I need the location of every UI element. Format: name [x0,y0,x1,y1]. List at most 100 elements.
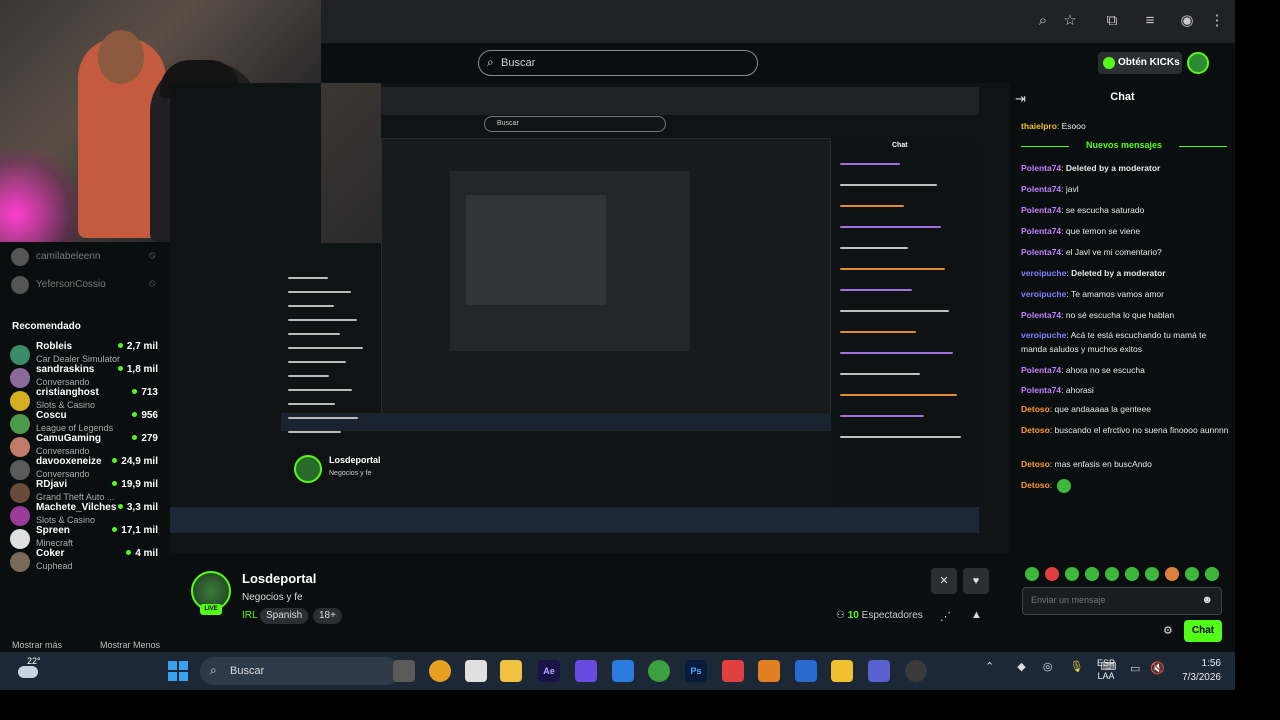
chat-username[interactable]: Polenta74 [1021,385,1061,395]
chat-username[interactable]: Polenta74 [1021,310,1061,320]
photoshop-icon[interactable]: Ps [685,660,707,682]
chat-text: ahora no se escucha [1065,365,1145,375]
language-indicator[interactable]: ESP LAA [1097,657,1115,683]
more-menu-icon[interactable]: ⋮ [1208,12,1226,30]
chat-send-button[interactable]: Chat [1184,620,1222,642]
mute-button[interactable]: ✕ [931,568,957,594]
media-player-icon[interactable] [500,660,522,682]
microphone-icon[interactable]: 🎙 [1069,661,1083,673]
chat-username[interactable]: Polenta74 [1021,247,1061,257]
nested-streamer-avatar [294,455,322,483]
emote-icon[interactable] [1045,567,1059,581]
emote-icon[interactable] [1105,567,1119,581]
app-tray-icon[interactable]: ◎ [1043,661,1053,673]
video-player[interactable]: Buscar Chat Losdeportal Negocios y fe [170,83,1010,553]
emote-bar[interactable] [1025,567,1225,581]
chat-text: se escucha saturado [1065,205,1145,215]
report-icon[interactable]: ▲ [971,609,982,621]
chat-username[interactable]: veroipuche [1021,268,1066,278]
media-icon[interactable]: ≡ [1141,12,1159,30]
teams-icon[interactable] [868,660,890,682]
nested-stream-title: Negocios y fe [329,470,372,477]
share-icon[interactable]: ⋰ [940,610,951,623]
nested-sidebar-line [288,431,341,433]
tag-language[interactable]: Spanish [260,608,309,624]
channel-name: CamuGaming [36,433,102,444]
emote-icon[interactable] [1165,567,1179,581]
settings-icon[interactable]: ⚙ [1163,624,1173,637]
chat-username[interactable]: veroipuche [1021,330,1066,340]
chat-username[interactable]: Detoso [1021,425,1050,435]
search-icon: ⌕ [487,55,494,69]
following-name: camilabeleenn [36,251,101,262]
search-input[interactable]: ⌕ Buscar [478,50,758,76]
chat-username[interactable]: Polenta74 [1021,205,1061,215]
chat-input[interactable]: ☻ [1022,587,1222,615]
emote-icon[interactable] [1205,567,1219,581]
viewer-count: ⚇ 10 Espectadores [836,610,923,621]
chat-username[interactable]: Polenta74 [1021,184,1061,194]
nested-chat-line [840,415,924,417]
utorrent-icon[interactable] [648,660,670,682]
stream-category[interactable]: IRL [242,610,258,621]
bookmark-star-icon[interactable]: ☆ [1061,12,1079,30]
following-name: YefersonCossio [36,279,106,290]
show-less-button[interactable]: Mostrar Menos [100,640,160,650]
chat-username[interactable]: Detoso [1021,480,1050,490]
chat-username[interactable]: Polenta74 [1021,163,1061,173]
outlook-icon[interactable] [795,660,817,682]
shield-icon[interactable]: ◆ [1017,661,1025,673]
weather-widget[interactable]: 22° [18,656,44,682]
store-icon[interactable] [465,660,487,682]
chat-message: Polenta74: que temon se viene [1021,224,1231,238]
chevron-up-icon[interactable]: ⌃ [985,661,994,673]
channel-category: Minecraft [36,538,74,548]
emote-icon[interactable] [1065,567,1079,581]
taskbar-search[interactable]: ⌕ Buscar [200,657,400,685]
brave-icon[interactable] [575,660,597,682]
channel-viewers: 17,1 mil [112,525,158,536]
app-3-icon[interactable] [612,660,634,682]
chat-username[interactable]: Polenta74 [1021,226,1061,236]
chat-message: thaielpro: Esooo [1021,119,1231,133]
calendar-icon[interactable] [722,660,744,682]
file-explorer-icon[interactable] [831,660,853,682]
collapse-chat-icon[interactable]: ⇥ [1015,91,1026,107]
streamer-name[interactable]: Losdeportal [242,571,316,586]
show-more-button[interactable]: Mostrar más [12,640,62,650]
recommended-channel[interactable]: Coker Cuphead 4 mil [10,548,160,576]
task-view-icon[interactable] [393,660,415,682]
chat-message-field[interactable] [1031,595,1191,605]
chat-username[interactable]: Detoso [1021,459,1050,469]
extensions-icon[interactable]: ⧉ [1103,12,1121,30]
chat-message: Polenta74: ahorasi [1021,383,1231,397]
chat-username[interactable]: thaielpro [1021,121,1057,131]
emote-icon[interactable] [1085,567,1099,581]
emote-icon[interactable] [1145,567,1159,581]
network-icon[interactable]: ▭ [1130,662,1140,675]
after-effects-icon[interactable]: Ae [538,660,560,682]
emoji-icon[interactable]: ☻ [1201,594,1213,606]
profile-icon[interactable]: ◉ [1178,12,1196,30]
tag-age[interactable]: 18+ [313,608,342,624]
zoom-icon[interactable]: ⌕ [1034,12,1052,30]
stream-info: LIVE Losdeportal Negocios y fe IRL Spani… [170,553,1010,652]
channel-category: League of Legends [36,423,114,433]
chat-username[interactable]: Polenta74 [1021,365,1061,375]
chat-username[interactable]: Detoso [1021,404,1050,414]
volume-muted-icon[interactable]: 🔇 [1150,661,1165,675]
chrome-icon[interactable] [429,660,451,682]
emote-icon[interactable] [1185,567,1199,581]
get-kicks-button[interactable]: Obtén KICKs [1098,52,1182,74]
user-avatar[interactable] [1187,52,1209,74]
emote-icon[interactable] [1125,567,1139,581]
chat-username[interactable]: veroipuche [1021,289,1066,299]
viewers-icon: ⚇ [836,610,845,621]
start-button[interactable] [168,661,188,681]
channel-name: Machete_Vilches [36,502,117,513]
follow-heart-button[interactable]: ♥ [963,568,989,594]
app-orange-icon[interactable] [758,660,780,682]
clock[interactable]: 1:56 7/3/2026 [1175,657,1221,685]
obs-icon[interactable] [905,660,927,682]
emote-icon[interactable] [1025,567,1039,581]
